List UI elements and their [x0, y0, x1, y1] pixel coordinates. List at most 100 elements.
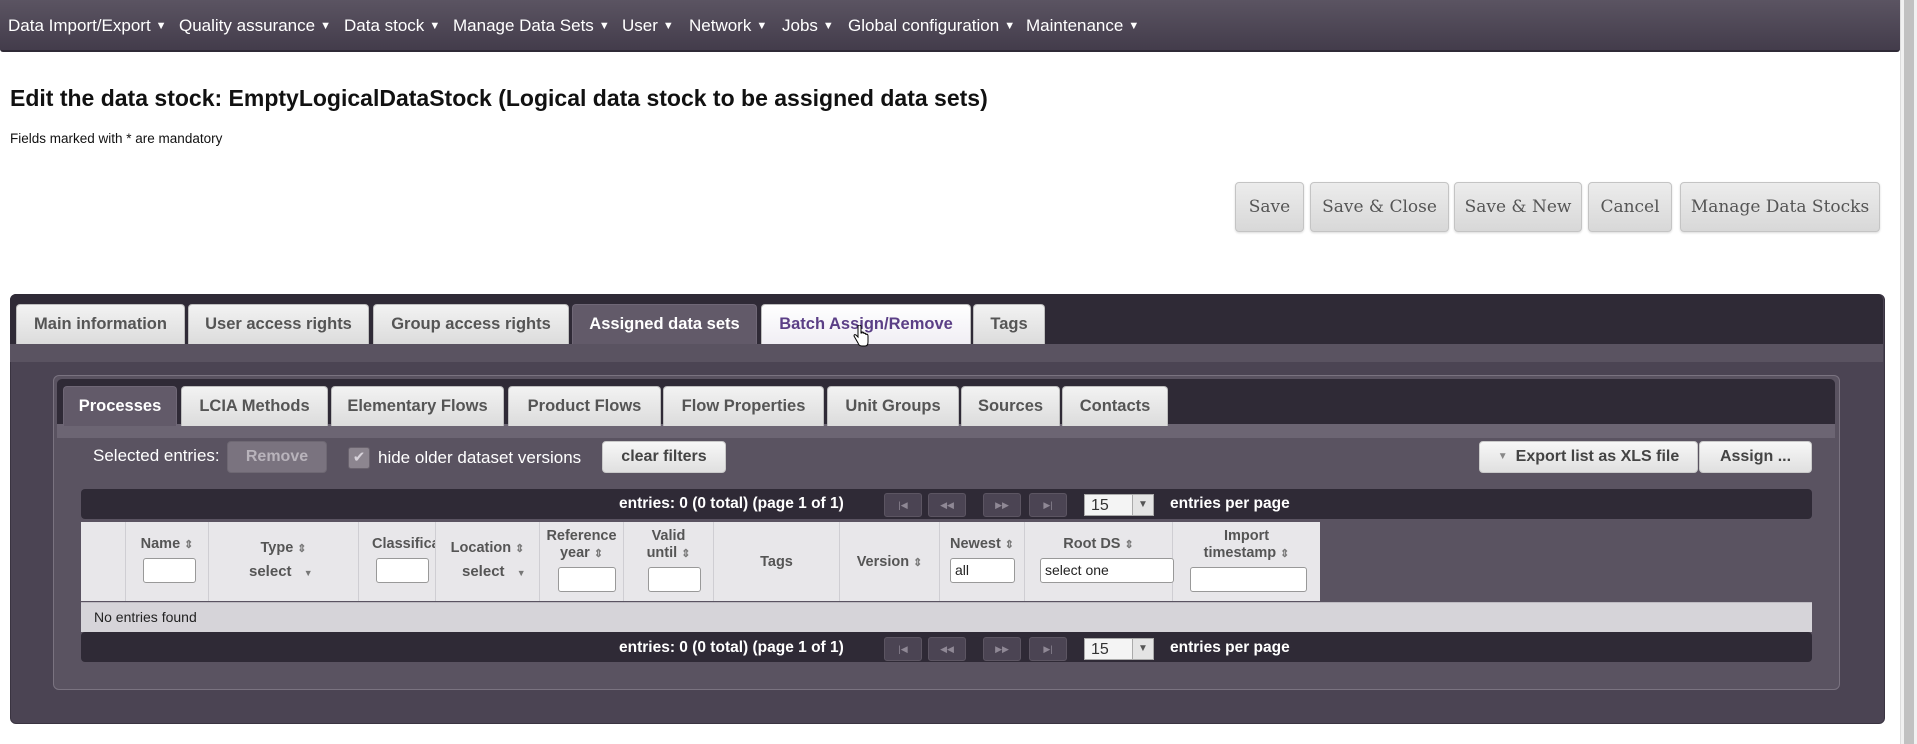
table-header-filler	[1320, 522, 1812, 601]
page-scrollbar[interactable]	[1900, 0, 1917, 744]
column-root-ds-label: Root DS	[1063, 536, 1121, 552]
tab-assigned-data-sets[interactable]: Assigned data sets	[572, 304, 757, 344]
manage-data-stocks-button[interactable]: Manage Data Stocks	[1680, 182, 1880, 232]
menu-maintenance[interactable]: Maintenance ▼	[1026, 0, 1139, 50]
hide-older-versions-label: hide older dataset versions	[378, 448, 582, 467]
column-classification[interactable]: Classificat	[359, 522, 436, 601]
sort-icon: ⇕	[184, 539, 194, 551]
subtab-lcia-methods[interactable]: LCIA Methods	[181, 386, 328, 426]
caret-down-icon: ▼	[662, 20, 674, 32]
column-version-label: Version	[856, 554, 910, 570]
first-page-icon[interactable]: |◀	[884, 637, 922, 661]
chevron-down-icon: ▼	[303, 568, 313, 578]
menu-manage-data-sets[interactable]: Manage Data Sets ▼	[453, 0, 610, 50]
reference-year-filter-input[interactable]	[558, 567, 616, 592]
page-title: Edit the data stock: EmptyLogicalDataSto…	[10, 85, 988, 111]
menu-quality-assurance[interactable]: Quality assurance ▼	[179, 0, 331, 50]
caret-down-icon: ▼	[1004, 20, 1016, 32]
sort-icon: ⇕	[297, 543, 307, 555]
cancel-button[interactable]: Cancel	[1588, 182, 1672, 232]
column-type-label: Type	[260, 540, 294, 556]
column-location[interactable]: Location ⇕ select ▼	[436, 522, 540, 601]
empty-message: No entries found	[94, 609, 197, 625]
clear-filters-button[interactable]: clear filters	[602, 441, 726, 473]
menu-data-stock[interactable]: Data stock ▼	[344, 0, 440, 50]
sort-icon: ⇕	[1124, 539, 1134, 551]
subtab-product-flows[interactable]: Product Flows	[508, 386, 661, 426]
tab-user-access-rights[interactable]: User access rights	[188, 304, 369, 344]
per-page-value: 15	[1091, 497, 1109, 514]
subtab-sources[interactable]: Sources	[961, 386, 1060, 426]
next-page-icon[interactable]: ▶▶	[983, 637, 1021, 661]
column-import-timestamp-label-1: Import	[1223, 528, 1270, 544]
column-name-label: Name	[140, 536, 181, 552]
import-timestamp-filter-input[interactable]	[1190, 567, 1307, 592]
type-filter-select[interactable]: select ▼	[249, 563, 313, 580]
paginator-top-entries: entries: 0 (0 total) (page 1 of 1)	[619, 495, 844, 512]
column-root-ds[interactable]: Root DS ⇕ select one	[1025, 522, 1174, 601]
column-tags-label: Tags	[760, 554, 793, 570]
root-ds-filter-select[interactable]: select one	[1040, 558, 1174, 583]
first-page-icon[interactable]: |◀	[884, 493, 922, 517]
next-page-icon[interactable]: ▶▶	[983, 493, 1021, 517]
menu-network[interactable]: Network ▼	[689, 0, 767, 50]
column-newest-label: Newest	[950, 536, 1001, 552]
column-import-timestamp[interactable]: Import timestamp ⇕	[1173, 522, 1320, 601]
type-select-value: select	[249, 563, 292, 580]
assign-button[interactable]: Assign ...	[1699, 441, 1812, 473]
per-page-select-bottom[interactable]: 15 ▼	[1084, 638, 1154, 660]
tab-bar-strip	[10, 344, 1883, 362]
per-page-select-top[interactable]: 15 ▼	[1084, 494, 1154, 516]
caret-down-icon: ▼	[756, 20, 768, 32]
hide-older-versions-checkbox[interactable]: ✔	[348, 447, 370, 469]
column-reference-year[interactable]: Reference year ⇕	[540, 522, 624, 601]
column-version[interactable]: Version ⇕	[840, 522, 940, 601]
save-button[interactable]: Save	[1235, 182, 1304, 232]
select-column-header	[81, 522, 126, 601]
valid-until-filter-input[interactable]	[648, 567, 701, 592]
subtab-flow-properties[interactable]: Flow Properties	[663, 386, 824, 426]
export-xls-button[interactable]: ▼ Export list as XLS file	[1479, 441, 1698, 473]
column-name[interactable]: Name ⇕	[126, 522, 209, 601]
subtab-elementary-flows[interactable]: Elementary Flows	[331, 386, 504, 426]
location-filter-select[interactable]: select ▼	[462, 563, 526, 580]
scrollbar-thumb[interactable]	[1904, 0, 1914, 744]
newest-filter-select[interactable]: all	[950, 558, 1015, 583]
tab-main-information[interactable]: Main information	[16, 304, 185, 344]
chevron-down-icon: ▼	[1132, 495, 1153, 515]
export-xls-label: Export list as XLS file	[1515, 448, 1680, 465]
save-close-button[interactable]: Save & Close	[1310, 182, 1449, 232]
menu-label: Data stock	[344, 16, 425, 35]
save-new-button[interactable]: Save & New	[1454, 182, 1582, 232]
prev-page-icon[interactable]: ◀◀	[928, 493, 966, 517]
sort-icon: ⇕	[913, 557, 923, 569]
tab-tags[interactable]: Tags	[973, 304, 1045, 344]
name-filter-input[interactable]	[143, 558, 196, 583]
menu-data-import-export[interactable]: Data Import/Export ▼	[8, 0, 167, 50]
column-reference-year-label-2: year	[559, 545, 590, 561]
column-type[interactable]: Type ⇕ select ▼	[209, 522, 359, 601]
classification-filter-input[interactable]	[376, 558, 429, 583]
menu-label: Global configuration	[848, 16, 1000, 35]
menu-user[interactable]: User ▼	[622, 0, 674, 50]
location-select-value: select	[462, 563, 505, 580]
menu-label: Jobs	[782, 16, 818, 35]
column-newest[interactable]: Newest ⇕ all	[940, 522, 1025, 601]
prev-page-icon[interactable]: ◀◀	[928, 637, 966, 661]
subtab-unit-groups[interactable]: Unit Groups	[827, 386, 959, 426]
last-page-icon[interactable]: ▶|	[1029, 637, 1067, 661]
chevron-down-icon: ▼	[1132, 639, 1153, 659]
column-valid-until[interactable]: Valid until ⇕	[624, 522, 714, 601]
menu-jobs[interactable]: Jobs ▼	[782, 0, 834, 50]
subtab-processes[interactable]: Processes	[63, 386, 177, 426]
hand-pointer-icon	[853, 325, 869, 347]
sort-icon: ⇕	[515, 543, 525, 555]
menu-global-configuration[interactable]: Global configuration ▼	[848, 0, 1015, 50]
tab-group-access-rights[interactable]: Group access rights	[373, 304, 569, 344]
column-reference-year-label-1: Reference	[546, 528, 617, 544]
last-page-icon[interactable]: ▶|	[1029, 493, 1067, 517]
caret-down-icon: ▼	[429, 20, 441, 32]
subtab-contacts[interactable]: Contacts	[1062, 386, 1168, 426]
per-page-label-bottom: entries per page	[1170, 639, 1290, 656]
remove-button[interactable]: Remove	[227, 441, 327, 473]
